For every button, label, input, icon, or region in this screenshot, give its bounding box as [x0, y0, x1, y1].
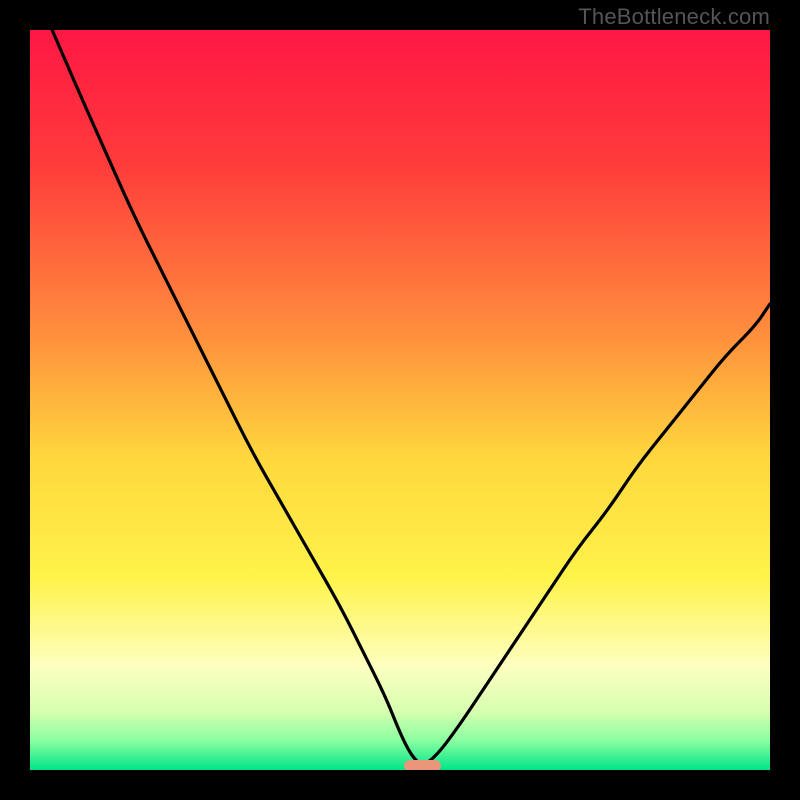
- bottleneck-curve: [52, 30, 770, 764]
- chart-frame: TheBottleneck.com: [0, 0, 800, 800]
- attribution-label: TheBottleneck.com: [578, 4, 770, 30]
- plot-area: [30, 30, 770, 770]
- optimal-marker: [404, 760, 441, 770]
- curve-layer: [30, 30, 770, 770]
